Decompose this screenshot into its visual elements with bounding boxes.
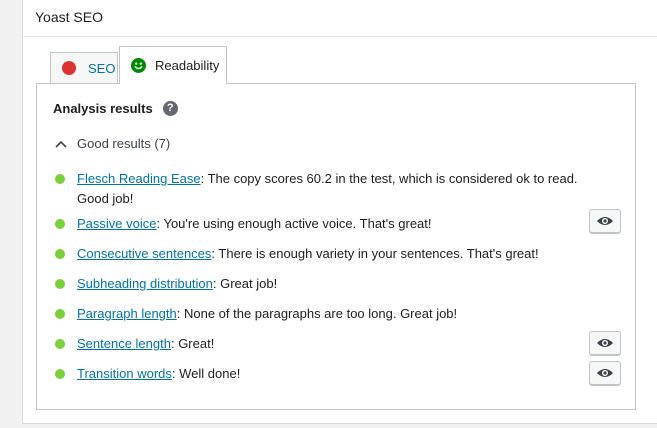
result-text: Subheading distribution: Great job! [77,276,278,291]
result-text: Paragraph length: None of the paragraphs… [77,306,458,321]
green-bullet-icon [55,369,65,379]
tab-readability[interactable]: Readability [119,46,227,84]
chevron-up-icon [55,140,67,148]
eye-button[interactable] [589,331,621,355]
analysis-heading-text: Analysis results [53,101,153,116]
result-link[interactable]: Flesch Reading Ease [77,171,201,186]
smiley-icon [131,58,146,73]
eye-icon [597,369,613,377]
result-text: Consecutive sentences: There is enough v… [77,246,539,261]
help-icon[interactable]: ? [162,101,178,116]
green-bullet-icon [55,339,65,349]
green-bullet-icon [55,249,65,259]
eye-icon [597,339,613,347]
result-link[interactable]: Sentence length [77,336,171,351]
green-bullet-icon [55,309,65,319]
green-bullet-icon [55,219,65,229]
result-link[interactable]: Transition words [77,366,172,381]
metabox-title: Yoast SEO [35,9,103,25]
result-text: Flesch Reading Ease: The copy scores 60.… [77,171,578,206]
result-link[interactable]: Subheading distribution [77,276,213,291]
tab-readability-label: Readability [155,58,220,73]
metabox-header[interactable]: Yoast SEO [23,0,657,37]
readability-panel: Analysis results ? Good results (7) Fles… [36,83,636,410]
eye-button[interactable] [589,209,621,233]
result-text: Transition words: Well done! [77,366,241,381]
result-text: Passive voice: You're using enough activ… [77,216,432,231]
result-link[interactable]: Paragraph length [77,306,177,321]
result-text: Sentence length: Great! [77,336,215,351]
red-dot-icon [62,61,76,75]
good-results-label: Good results (7) [77,136,171,151]
tab-seo-label: SEO [88,60,116,76]
yoast-metabox: Yoast SEO SEO Readability Analysis resul… [22,0,657,424]
good-results-toggle[interactable]: Good results (7) [55,136,170,151]
tab-seo[interactable]: SEO [50,52,118,83]
result-link[interactable]: Passive voice [77,216,156,231]
eye-button[interactable] [589,361,621,385]
green-bullet-icon [55,279,65,289]
result-link[interactable]: Consecutive sentences [77,246,211,261]
eye-icon [597,217,613,225]
green-bullet-icon [55,174,65,184]
analysis-heading: Analysis results ? [53,101,178,116]
